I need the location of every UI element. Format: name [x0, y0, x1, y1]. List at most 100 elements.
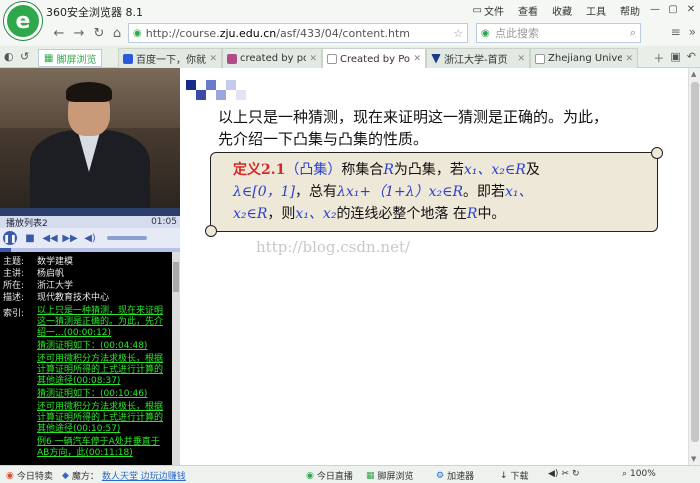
menu-icon[interactable]: ≡	[671, 25, 681, 39]
maximize-icon[interactable]: ▢	[666, 2, 680, 16]
course-info: 主题: 数学建模 主讲: 杨启帆 所在: 浙江大学 描述: 现代教育技术中心 索引: 以…	[0, 252, 172, 465]
page-info-icon: ◉	[133, 27, 142, 39]
downloads[interactable]: ↓ 下载	[500, 469, 529, 483]
nav-bar: ← → ↻ ⌂ ◉ http://course. zju.edu.cn/asf/4…	[0, 20, 700, 46]
restore-icon[interactable]: ↶	[687, 50, 696, 66]
menu-file[interactable]: ▭ 文件	[473, 3, 504, 18]
window-title: 360安全浏览器 8.1	[46, 6, 143, 19]
page-scrollbar[interactable]: ▲ ▼	[688, 68, 700, 465]
refresh-icon[interactable]: ↻	[90, 24, 108, 42]
cube-icon: ◆	[62, 470, 69, 481]
index-link[interactable]: 猜测证明如下：(00:10:46)	[37, 389, 169, 400]
tab-zhejiang-univers[interactable]: Zhejiang Univers ✕	[530, 48, 638, 68]
definition-text: 定义2.1（凸集）称集合R为凸集，若x₁、x₂∈R及 λ∈[0，1]，总有λx₁…	[233, 162, 540, 222]
scroll-curl-decoration	[651, 147, 663, 159]
top-menu: ▭ 文件 查看 收藏 工具 帮助	[473, 3, 640, 18]
volume-slider[interactable]	[107, 236, 147, 240]
lecture-video[interactable]	[0, 68, 180, 208]
home-icon[interactable]: ⌂	[108, 24, 126, 42]
info-row-location: 所在: 浙江大学	[3, 281, 74, 291]
today-live[interactable]: ◉ 今日直播	[306, 469, 353, 483]
tab-close-icon[interactable]: ✕	[309, 54, 317, 64]
deals-icon: ◉	[6, 470, 14, 481]
menu-favorites[interactable]: 收藏	[552, 3, 572, 18]
favorites-icon[interactable]: ◐	[4, 50, 14, 63]
back-icon[interactable]: ←	[50, 24, 68, 42]
playback-time: 01:05	[151, 217, 177, 227]
index-link[interactable]: 还可用微积分方法求极长，根据计算证明所得的上式进行计算的其他途径(00:10:5…	[37, 402, 169, 435]
split-view-icon: ▦	[366, 470, 375, 481]
scroll-down-icon[interactable]: ▼	[691, 455, 696, 463]
stop-icon[interactable]: ■	[23, 231, 37, 245]
expand-icon[interactable]: »	[689, 25, 696, 39]
info-row-lecturer: 主讲: 杨启帆	[3, 269, 65, 279]
scroll-up-icon[interactable]: ▲	[691, 70, 696, 78]
refresh-status-icon[interactable]: ↻	[572, 469, 580, 479]
browser-logo-icon[interactable]: e	[4, 2, 42, 40]
zju-favicon-icon	[431, 53, 441, 64]
tab-close-icon[interactable]: ✕	[413, 54, 421, 64]
volume-status-icon[interactable]: ◀)	[548, 469, 558, 479]
tab-close-icon[interactable]: ✕	[209, 54, 217, 64]
live-icon: ◉	[306, 470, 314, 481]
status-tools: ◀) ✂ ↻	[548, 469, 580, 479]
page-favicon-icon	[227, 53, 237, 64]
index-link[interactable]: 以上只是一种猜测，现在来证明这一猜测是正确的。为此，先介绍一...(00:00:…	[37, 306, 169, 339]
pause-icon[interactable]: ❚❚	[3, 231, 17, 245]
search-input[interactable]: ◉ 点此搜索 ⌕	[476, 23, 641, 43]
tab-baidu[interactable]: 百度一下，你就知道 ✕	[118, 48, 222, 68]
scroll-curl-decoration	[205, 225, 217, 237]
accelerator[interactable]: ⚙ 加速器	[436, 469, 474, 483]
forward-icon[interactable]: →	[70, 24, 88, 42]
watermark-text: http://blog.csdn.net/	[256, 238, 411, 256]
status-bar: ◉ 今日特卖 ◆ 魔方： 数人天堂 边玩边赚钱 ◉ 今日直播 ▦ 脚屏浏览 ⚙ 加速器 ↓ 下…	[0, 465, 700, 483]
today-deals[interactable]: ◉ 今日特卖	[6, 469, 53, 483]
magic-cube[interactable]: ◆ 魔方： 数人天堂 边玩边赚钱	[62, 469, 186, 483]
index-scrollbar[interactable]	[172, 252, 180, 465]
menu-tools[interactable]: 工具	[586, 3, 606, 18]
slide-intro-text: 以上只是一种猜测，现在来证明这一猜测是正确的。为此， 先介绍一下凸集与凸集的性质…	[218, 108, 609, 148]
index-link[interactable]: 还可用微积分方法求极长，根据计算证明所得的上式进行计算的其他途径(00:08:3…	[37, 354, 169, 387]
tab-created-by-powe-active[interactable]: Created by Powe ✕	[322, 48, 426, 69]
tab-zju-home[interactable]: 浙江大学-首页 ✕	[426, 48, 530, 68]
accelerator-icon: ⚙	[436, 470, 445, 481]
playlist-label: 播放列表2	[6, 218, 48, 229]
index-link[interactable]: 猜测证明如下：(00:04:48)	[37, 341, 169, 352]
player-controls: ❚❚ ■ ◀◀ ▶▶ ◀)	[0, 228, 180, 248]
close-icon[interactable]: ✕	[684, 2, 698, 16]
tab-close-icon[interactable]: ✕	[625, 54, 633, 64]
index-link[interactable]: 例6 一辆汽车停于A处并垂直于AB方向，此(00:11:18)	[37, 437, 169, 459]
tab-created-by-powe-1[interactable]: created by powe ✕	[222, 48, 322, 68]
zoom-control[interactable]: ⌕ 100%	[622, 469, 656, 479]
window-controls: — ▢ ✕	[648, 2, 698, 16]
new-tab-icon[interactable]: ＋	[653, 50, 664, 66]
page-scrollbar-thumb[interactable]	[691, 82, 699, 442]
menu-view[interactable]: 查看	[518, 3, 538, 18]
tab-bar: ◐ ↺ ▦ 脚屏浏览 百度一下，你就知道 ✕ created by powe ✕…	[0, 46, 700, 69]
fast-forward-icon[interactable]: ▶▶	[62, 231, 77, 245]
index-section: 索引: 以上只是一种猜测，现在来证明这一猜测是正确的。为此，先介绍一...(00…	[3, 306, 169, 461]
split-view-status[interactable]: ▦ 脚屏浏览	[366, 469, 414, 483]
screenshot-icon[interactable]: ✂	[561, 469, 569, 479]
address-bar[interactable]: ◉ http://course. zju.edu.cn/asf/433/04/co…	[128, 23, 468, 43]
tab-list-icon[interactable]: ▣	[670, 50, 680, 66]
playlist-bar[interactable]: 播放列表2 01:05	[0, 216, 180, 229]
title-bar: e 360安全浏览器 8.1 ▭ 文件 查看 收藏 工具 帮助 — ▢ ✕	[0, 0, 700, 40]
magic-link[interactable]: 数人天堂 边玩边赚钱	[102, 469, 186, 482]
volume-icon[interactable]: ◀)	[83, 231, 97, 245]
scrollbar-thumb[interactable]	[173, 262, 179, 292]
bookmark-star-icon[interactable]: ☆	[453, 27, 463, 40]
menu-help[interactable]: 帮助	[620, 3, 640, 18]
minimize-icon[interactable]: —	[648, 2, 662, 16]
split-view-button[interactable]: ▦ 脚屏浏览	[38, 49, 103, 67]
info-row-description: 描述: 现代教育技术中心	[3, 293, 110, 303]
history-icon[interactable]: ↺	[20, 50, 29, 63]
rewind-icon[interactable]: ◀◀	[42, 231, 57, 245]
tab-close-icon[interactable]: ✕	[517, 54, 525, 64]
search-engine-icon[interactable]: ◉	[481, 28, 490, 39]
video-panel: 播放列表2 01:05 ❚❚ ■ ◀◀ ▶▶ ◀) 主题: 数学建模 主讲: 杨启帆…	[0, 68, 180, 465]
tab-tools: ＋ ▣ ↶	[653, 50, 696, 66]
url-suffix: /asf/433/04/content.htm	[276, 26, 411, 40]
definition-scroll: 定义2.1（凸集）称集合R为凸集，若x₁、x₂∈R及 λ∈[0，1]，总有λx₁…	[205, 147, 663, 237]
search-icon[interactable]: ⌕	[630, 26, 636, 40]
